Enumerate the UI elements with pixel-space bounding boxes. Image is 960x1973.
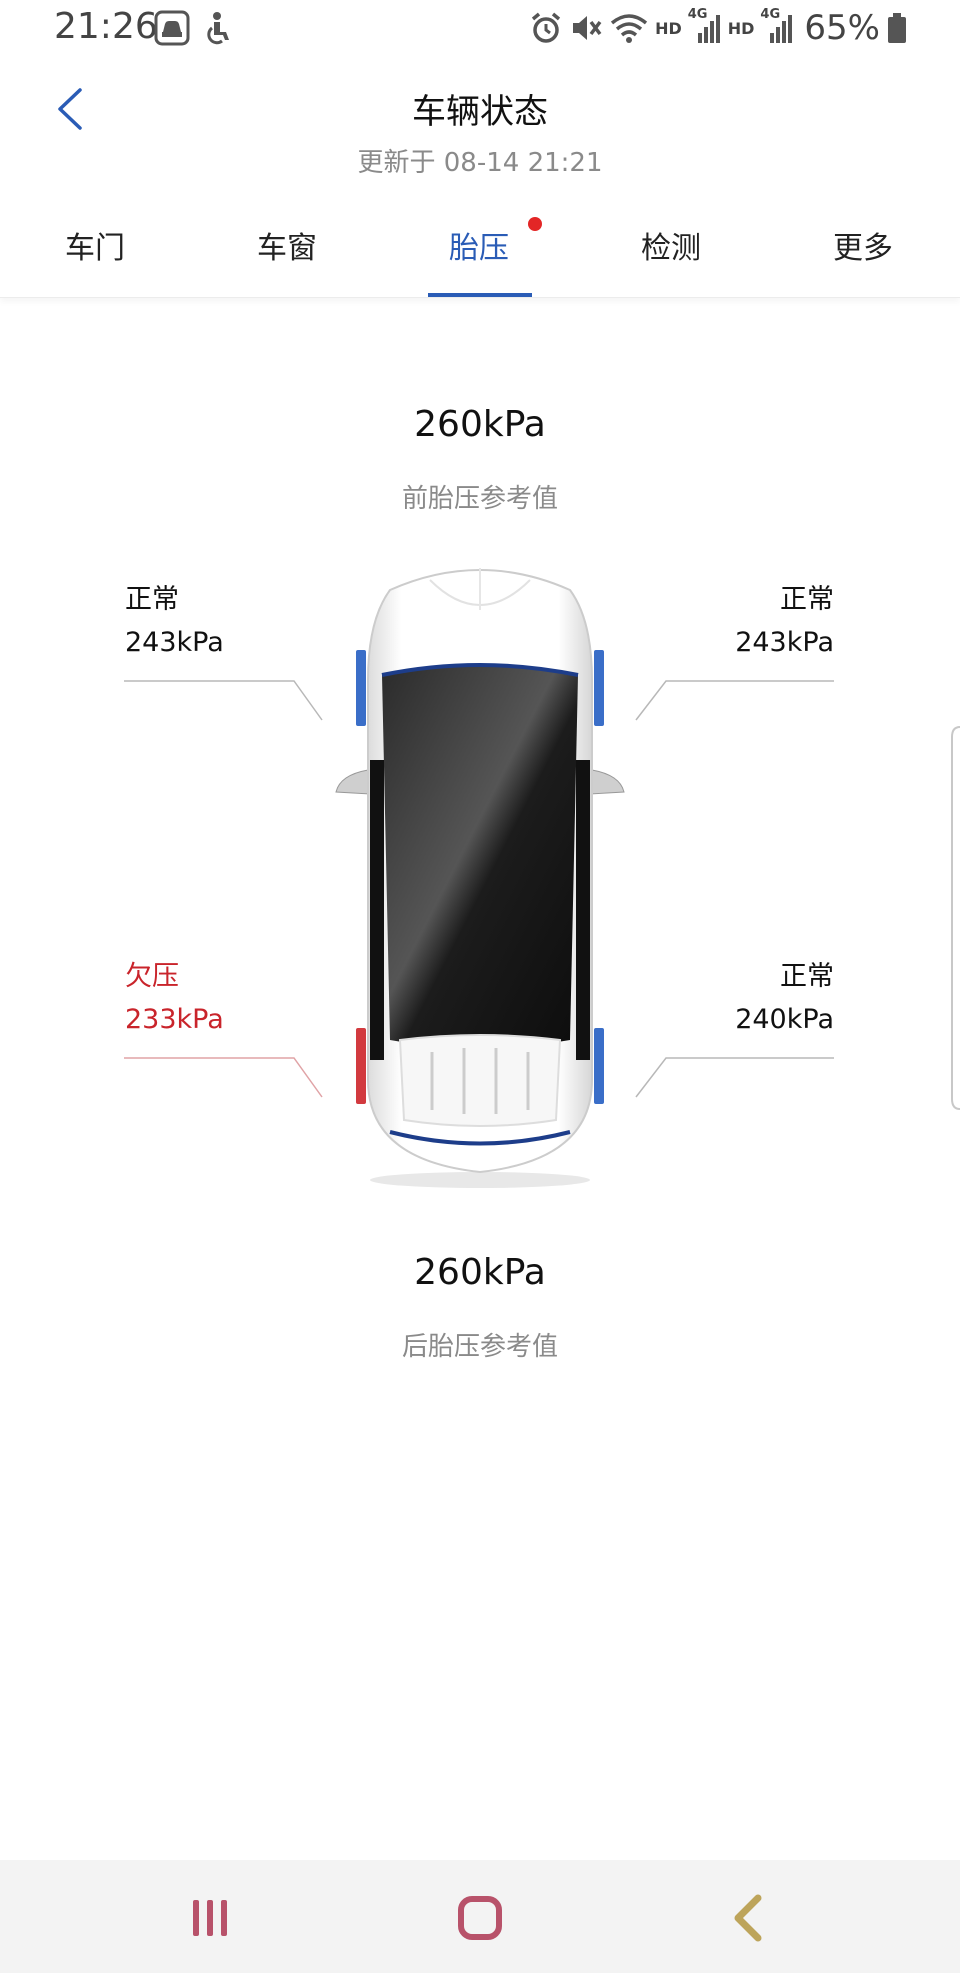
rear-right-tire	[594, 1028, 604, 1104]
front-right-tire	[594, 650, 604, 726]
rear-left-leader-line	[124, 1057, 323, 1098]
battery-icon	[888, 13, 906, 43]
front-right-value: 243kPa	[735, 627, 834, 658]
page-title: 车辆状态	[412, 92, 548, 132]
mute-icon	[573, 16, 602, 40]
rear-left-value: 233kPa	[125, 1004, 224, 1035]
status-time: 21:26	[54, 6, 158, 47]
tab-doors[interactable]: 车门	[0, 223, 190, 267]
signal-bars-icon-2	[770, 15, 793, 43]
car-top-view-image	[335, 568, 625, 1188]
rear-right-leader-line	[635, 1057, 834, 1098]
alarm-icon	[531, 12, 561, 43]
front-right-leader-line	[635, 680, 834, 721]
front-left-value: 243kPa	[125, 627, 224, 658]
signal-bars-icon	[697, 15, 720, 43]
rear-left-tire	[356, 1028, 366, 1104]
rear-right-value: 240kPa	[735, 1004, 834, 1035]
network-hd-1: HD	[655, 18, 682, 38]
rear-left-status: 欠压	[125, 961, 179, 992]
network-hd-2: HD	[727, 18, 755, 38]
front-right-status: 正常	[780, 584, 834, 615]
front-left-leader-line	[124, 680, 323, 721]
battery-level: 65%	[804, 8, 880, 48]
tab-bar: 车门 车窗 胎压 检测 更多	[0, 205, 960, 298]
tab-notification-badge	[528, 217, 542, 231]
front-reference-value: 260kPa	[414, 404, 546, 445]
system-navigation-bar	[0, 1860, 960, 1973]
rear-reference-label: 后胎压参考值	[401, 1332, 558, 1362]
status-right-group: HD 4G HD 4G 65%	[529, 7, 908, 48]
home-button[interactable]	[450, 1888, 510, 1948]
active-tab-indicator	[428, 293, 532, 297]
back-nav-button[interactable]	[720, 1888, 780, 1948]
tab-windows[interactable]: 车窗	[192, 223, 382, 267]
tab-inspection[interactable]: 检测	[576, 223, 766, 267]
signal-icon-2: 4G	[760, 7, 794, 45]
signal-icon: 4G	[688, 7, 722, 45]
front-left-tire	[356, 650, 366, 726]
status-bar: 21:26 HD 4G HD 4G 65%	[0, 0, 960, 60]
rear-right-status: 正常	[780, 961, 834, 992]
front-reference-label: 前胎压参考值	[401, 484, 558, 514]
front-left-status: 正常	[125, 584, 179, 615]
update-time: 更新于 08-14 21:21	[357, 148, 603, 178]
tab-more[interactable]: 更多	[768, 223, 958, 267]
wifi-icon	[610, 14, 648, 43]
edge-panel-handle[interactable]	[946, 725, 960, 1111]
car-mode-icon	[154, 10, 190, 46]
recent-apps-button[interactable]	[180, 1888, 240, 1948]
accessibility-icon	[207, 12, 229, 45]
rear-reference-value: 260kPa	[414, 1252, 546, 1293]
tab-tire-pressure[interactable]: 胎压	[384, 223, 574, 267]
